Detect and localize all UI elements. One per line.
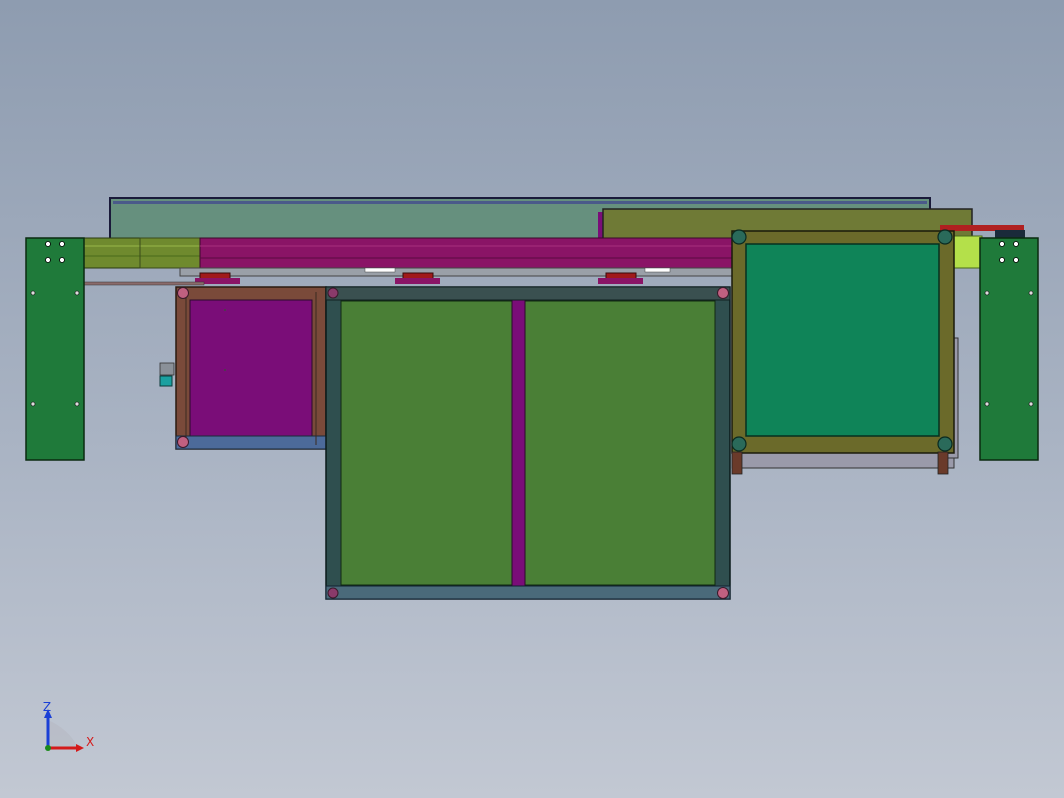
left-side-plate[interactable] <box>25 237 85 461</box>
guide-rod <box>83 281 205 286</box>
small-frame[interactable] <box>175 286 327 450</box>
z-axis-label: Z <box>43 700 51 714</box>
right-side-plate[interactable] <box>979 237 1039 461</box>
olive-frame[interactable] <box>731 229 959 475</box>
left-olive-beam[interactable] <box>81 237 205 269</box>
large-frame[interactable] <box>325 286 731 600</box>
model-viewport[interactable]: Z X <box>0 0 1064 798</box>
left-connector[interactable] <box>159 362 175 387</box>
axis-triad: Z X <box>43 700 94 752</box>
x-axis-label: X <box>86 735 94 749</box>
magenta-beam[interactable] <box>179 237 741 277</box>
